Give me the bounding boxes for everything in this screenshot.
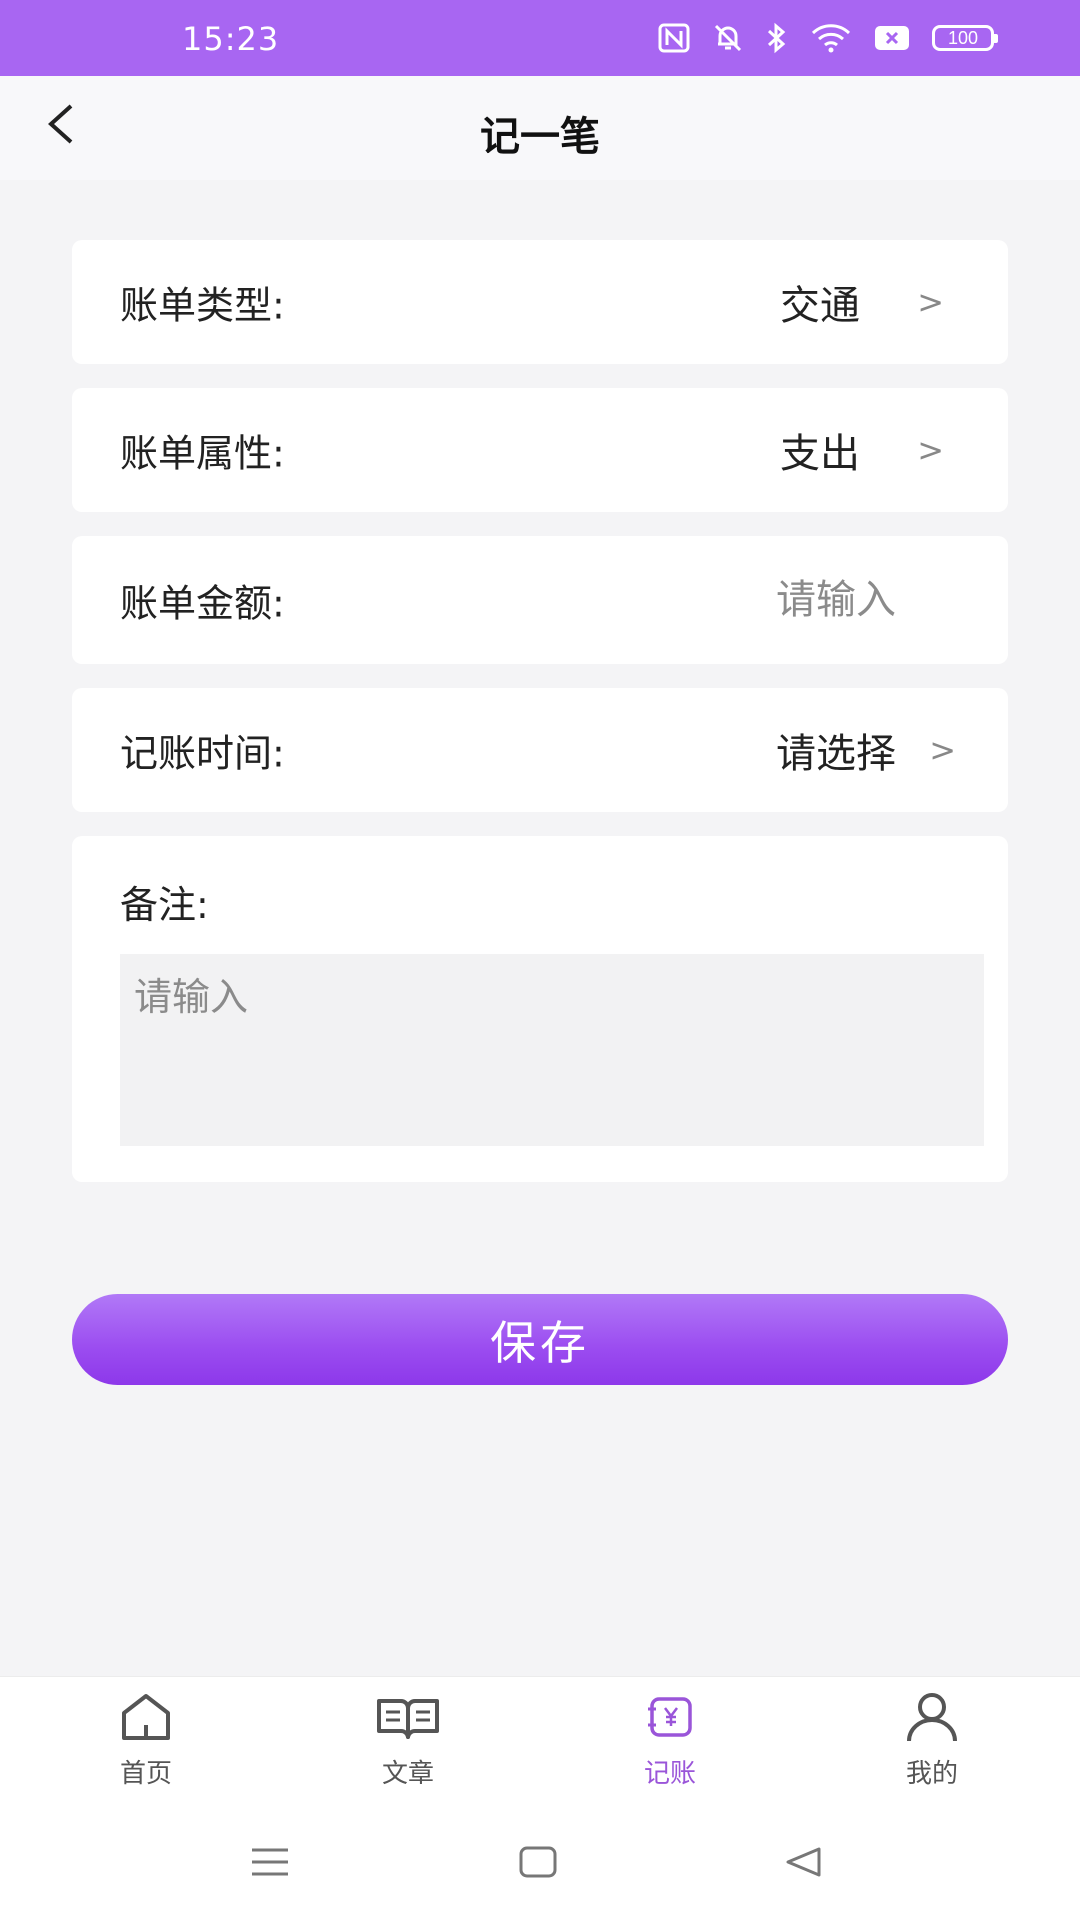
back-triangle-icon[interactable]: [774, 1832, 834, 1892]
save-button[interactable]: 保存: [72, 1294, 1008, 1385]
bill-attribute-value: 支出: [780, 431, 860, 477]
page-title: 记一笔: [480, 114, 600, 160]
ledger-yen-icon: [645, 1687, 695, 1747]
home-icon: [118, 1687, 174, 1747]
bill-time-value: 请选择: [776, 731, 896, 777]
bill-amount-label: 账单金额:: [120, 581, 285, 626]
user-icon: [904, 1687, 960, 1747]
header: 记一笔: [0, 76, 1080, 180]
note-label: 备注:: [120, 883, 209, 927]
status-bar: 15:23 100: [0, 0, 1080, 76]
nav-label: 我的: [905, 1759, 958, 1789]
chevron-right-icon: >: [917, 283, 944, 321]
bill-amount-input[interactable]: [594, 576, 898, 624]
status-icons: 100: [658, 18, 998, 58]
nav-label: 文章: [381, 1759, 434, 1789]
nav-label: 记账: [643, 1759, 696, 1789]
home-square-icon[interactable]: [508, 1832, 568, 1892]
bell-muted-icon: [712, 22, 744, 54]
nav-item-ledger[interactable]: 记账: [600, 1687, 740, 1795]
chevron-right-icon: >: [917, 431, 944, 469]
bill-time-row[interactable]: 记账时间: 请选择 >: [72, 688, 1008, 812]
status-time: 15:23: [182, 20, 280, 58]
nav-item-profile[interactable]: 我的: [862, 1687, 1002, 1795]
sim-x-icon: [874, 25, 910, 51]
nav-label: 首页: [119, 1759, 172, 1789]
note-textarea[interactable]: [120, 954, 984, 1146]
battery-icon: 100: [932, 25, 998, 51]
note-card: 备注:: [72, 836, 1008, 1182]
bluetooth-icon: [766, 22, 788, 54]
bill-attribute-row[interactable]: 账单属性: 支出 >: [72, 388, 1008, 512]
menu-icon[interactable]: [240, 1832, 300, 1892]
system-nav-bar: [0, 1798, 1080, 1920]
nfc-icon: [658, 23, 690, 53]
bill-type-value: 交通: [780, 283, 860, 329]
bill-time-label: 记账时间:: [120, 731, 285, 776]
nav-item-articles[interactable]: 文章: [338, 1687, 478, 1795]
bill-attribute-label: 账单属性:: [120, 431, 285, 476]
bottom-nav: 首页 文章 记账 我的: [0, 1676, 1080, 1799]
book-icon: [375, 1687, 441, 1747]
chevron-right-icon: >: [929, 731, 956, 769]
wifi-icon: [810, 23, 852, 53]
bill-type-row[interactable]: 账单类型: 交通 >: [72, 240, 1008, 364]
nav-item-home[interactable]: 首页: [76, 1687, 216, 1795]
bill-amount-row: 账单金额:: [72, 536, 1008, 664]
bill-type-label: 账单类型:: [120, 283, 285, 328]
